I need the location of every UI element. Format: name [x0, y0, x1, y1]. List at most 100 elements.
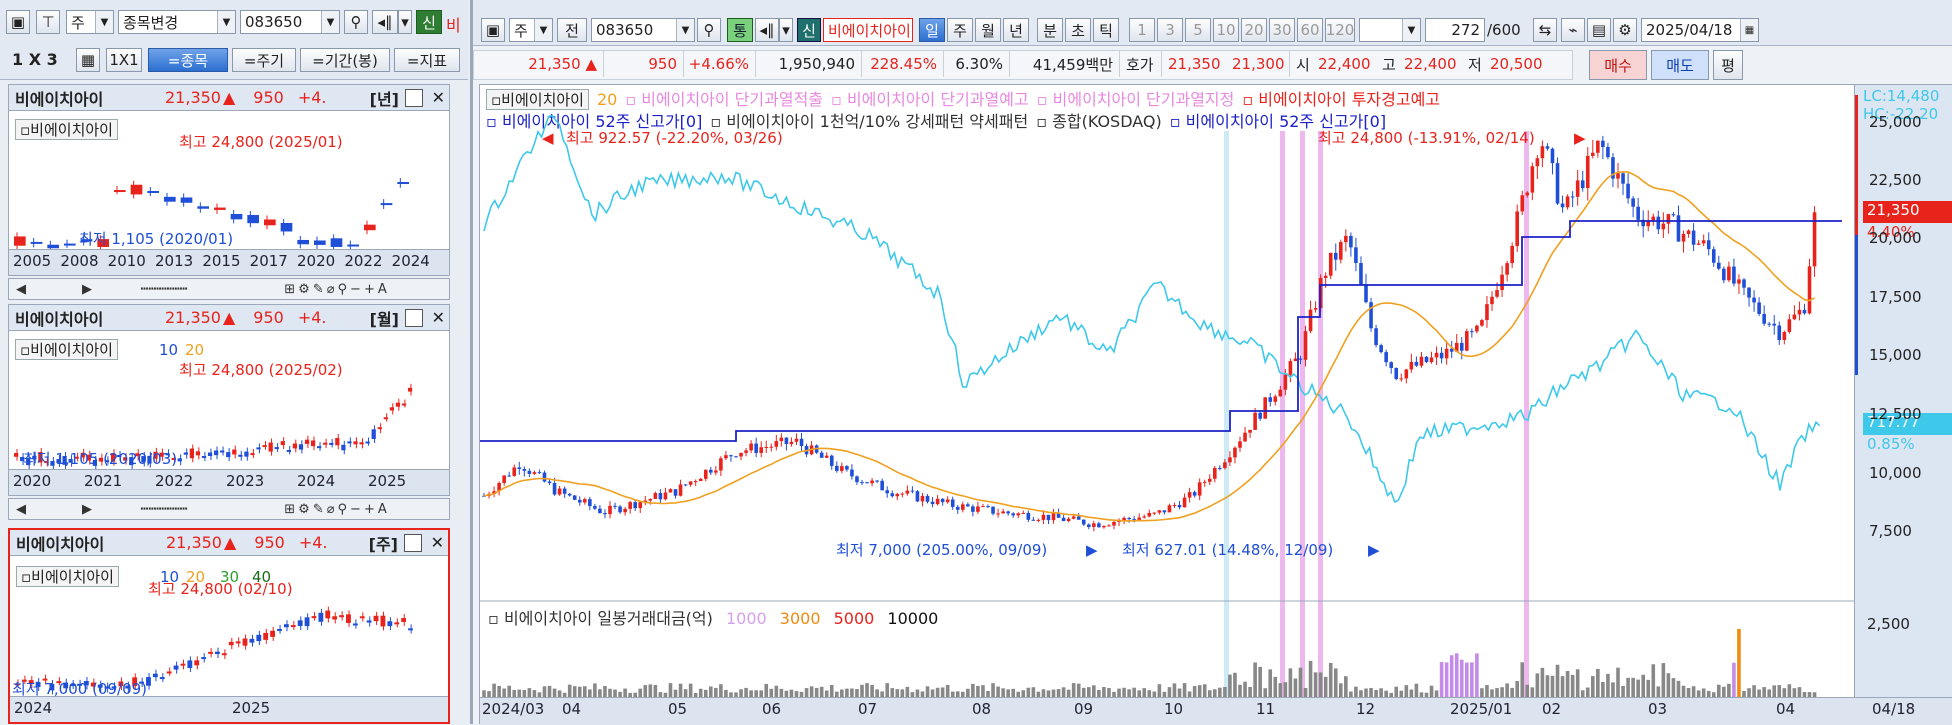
- toolbox-icons[interactable]: ⊞⚙✎⌀⚲−+A: [229, 281, 445, 297]
- volume-bar: [1177, 688, 1182, 697]
- arrow-down-icon[interactable]: ▾: [779, 18, 793, 42]
- num-20-button[interactable]: 20: [1241, 18, 1267, 42]
- candle-body: [1530, 166, 1535, 193]
- period-minute-button[interactable]: 분: [1037, 18, 1063, 42]
- volume-bar: [482, 690, 486, 697]
- tab-indicator[interactable]: =지표: [394, 48, 460, 72]
- comm-button[interactable]: 통: [727, 18, 753, 42]
- custom-period-select[interactable]: ▼: [1359, 18, 1421, 42]
- trend-icon[interactable]: ⌁: [1561, 18, 1585, 42]
- scroll-right-icon[interactable]: ▶: [79, 501, 95, 517]
- pin-icon[interactable]: ⊤: [36, 10, 60, 34]
- mini-body: [380, 203, 393, 206]
- num-1-button[interactable]: 1: [1129, 18, 1155, 42]
- num-60-button[interactable]: 60: [1297, 18, 1323, 42]
- date-input[interactable]: 2025/04/18 ▦: [1641, 18, 1759, 42]
- volume-bar: [502, 688, 506, 697]
- close-icon[interactable]: ✕: [431, 533, 444, 552]
- period-week-button[interactable]: 주: [947, 18, 973, 42]
- num-5-button[interactable]: 5: [1185, 18, 1211, 42]
- scroll-left-icon[interactable]: ◀: [13, 501, 29, 517]
- candle-body: [598, 508, 602, 514]
- tab-period[interactable]: =주기: [232, 48, 296, 72]
- candle-body: [724, 455, 728, 459]
- left-mode-select[interactable]: 종목변경 ▼: [118, 10, 236, 34]
- volume-bar: [1545, 675, 1550, 697]
- grid-icon[interactable]: ▦: [76, 48, 100, 72]
- mini-body: [352, 623, 358, 626]
- stock-change: 950: [253, 308, 284, 327]
- mini-body: [64, 243, 76, 246]
- close-icon[interactable]: ✕: [432, 308, 445, 327]
- mini-body: [114, 190, 126, 193]
- mini-body: [341, 444, 346, 451]
- candle-body: [1283, 374, 1288, 390]
- volume-bar: [1157, 684, 1162, 697]
- sell-button[interactable]: 매도: [1651, 50, 1709, 80]
- avg-button[interactable]: 평: [1713, 50, 1743, 80]
- scroll-right-icon[interactable]: ▶: [79, 281, 95, 297]
- candle-body: [1087, 524, 1091, 527]
- calendar-icon[interactable]: ▦: [1740, 19, 1758, 41]
- tab-range[interactable]: =기간(봉): [300, 48, 390, 72]
- close-icon[interactable]: ✕: [432, 88, 445, 107]
- main-code-input[interactable]: 083650 ▼: [591, 18, 695, 42]
- volume-bar: [1102, 687, 1106, 697]
- save-icon[interactable]: ▤: [1587, 18, 1611, 42]
- new-button[interactable]: 신: [797, 18, 821, 42]
- candle-body: [1681, 233, 1686, 242]
- zoom-slider-icon[interactable]: ┅┅┅┅┅┅: [109, 281, 219, 297]
- left-period-select[interactable]: 주 ▼: [66, 10, 114, 34]
- mini-body: [304, 439, 310, 444]
- date-tick-label: 2025/01: [1450, 700, 1513, 718]
- candle-body: [1651, 216, 1656, 221]
- zoom-slider-icon[interactable]: ┅┅┅┅┅┅: [109, 501, 219, 517]
- maximize-icon[interactable]: [405, 308, 423, 327]
- mini-body: [359, 616, 365, 619]
- num-3-button[interactable]: 3: [1157, 18, 1183, 42]
- axis-tick-label: 2008: [60, 252, 99, 270]
- candle-body: [1807, 266, 1812, 314]
- period-day-button[interactable]: 일: [919, 18, 945, 42]
- period-month-button[interactable]: 월: [975, 18, 1001, 42]
- mini-chart-year: 비에이치아이 21,350 ▲ 950 +4. [년] ✕ ▫ 비에이치아이 최…: [8, 84, 450, 276]
- arrow-down-icon[interactable]: ▾: [398, 10, 412, 34]
- volume-bar: [1081, 687, 1086, 697]
- volume-bar: [1031, 687, 1036, 697]
- speaker-icon[interactable]: ◂∥: [755, 18, 779, 42]
- period-second-button[interactable]: 초: [1065, 18, 1091, 42]
- prev-button[interactable]: 전: [557, 18, 587, 42]
- num-10-button[interactable]: 10: [1213, 18, 1239, 42]
- quote-low-label: 저: [1468, 55, 1482, 74]
- volume-bar: [804, 688, 809, 697]
- window-icon[interactable]: ▣: [481, 18, 505, 42]
- speaker-icon[interactable]: ◂∥: [372, 10, 398, 34]
- num-120-button[interactable]: 120: [1325, 18, 1355, 42]
- mini-scrollbar[interactable]: ◀ ▶ ┅┅┅┅┅┅ ⊞⚙✎⌀⚲−+A: [8, 498, 450, 520]
- gear-icon[interactable]: ⚙: [1613, 18, 1637, 42]
- mini-body: [147, 190, 159, 193]
- compare-icon[interactable]: ⇆: [1533, 18, 1557, 42]
- bar-count-input[interactable]: 272: [1425, 18, 1485, 42]
- period-year-button[interactable]: 년: [1003, 18, 1029, 42]
- new-button[interactable]: 신: [416, 10, 442, 34]
- mini-body: [242, 638, 248, 646]
- left-code-input[interactable]: 083650 ▼: [240, 10, 340, 34]
- main-period-select[interactable]: 주 ▼: [509, 18, 553, 42]
- layout-1x1-button[interactable]: 1X1: [106, 48, 142, 72]
- toolbox-icons[interactable]: ⊞⚙✎⌀⚲−+A: [229, 501, 445, 517]
- scroll-left-icon[interactable]: ◀: [13, 281, 29, 297]
- maximize-icon[interactable]: [405, 88, 423, 107]
- search-icon[interactable]: ⚲: [697, 18, 721, 42]
- period-tick-button[interactable]: 틱: [1093, 18, 1119, 42]
- buy-button[interactable]: 매수: [1589, 50, 1647, 80]
- mini-scrollbar[interactable]: ◀ ▶ ┅┅┅┅┅┅ ⊞⚙✎⌀⚲−+A: [8, 278, 450, 300]
- tab-stock[interactable]: =종목: [148, 48, 228, 72]
- candle-body: [638, 502, 643, 509]
- num-30-button[interactable]: 30: [1269, 18, 1295, 42]
- alert-band: [1524, 131, 1529, 697]
- window-icon[interactable]: ▣: [6, 10, 30, 34]
- maximize-icon[interactable]: [404, 533, 422, 552]
- search-icon[interactable]: ⚲: [344, 10, 368, 34]
- axis-tick-label: 2013: [155, 252, 194, 270]
